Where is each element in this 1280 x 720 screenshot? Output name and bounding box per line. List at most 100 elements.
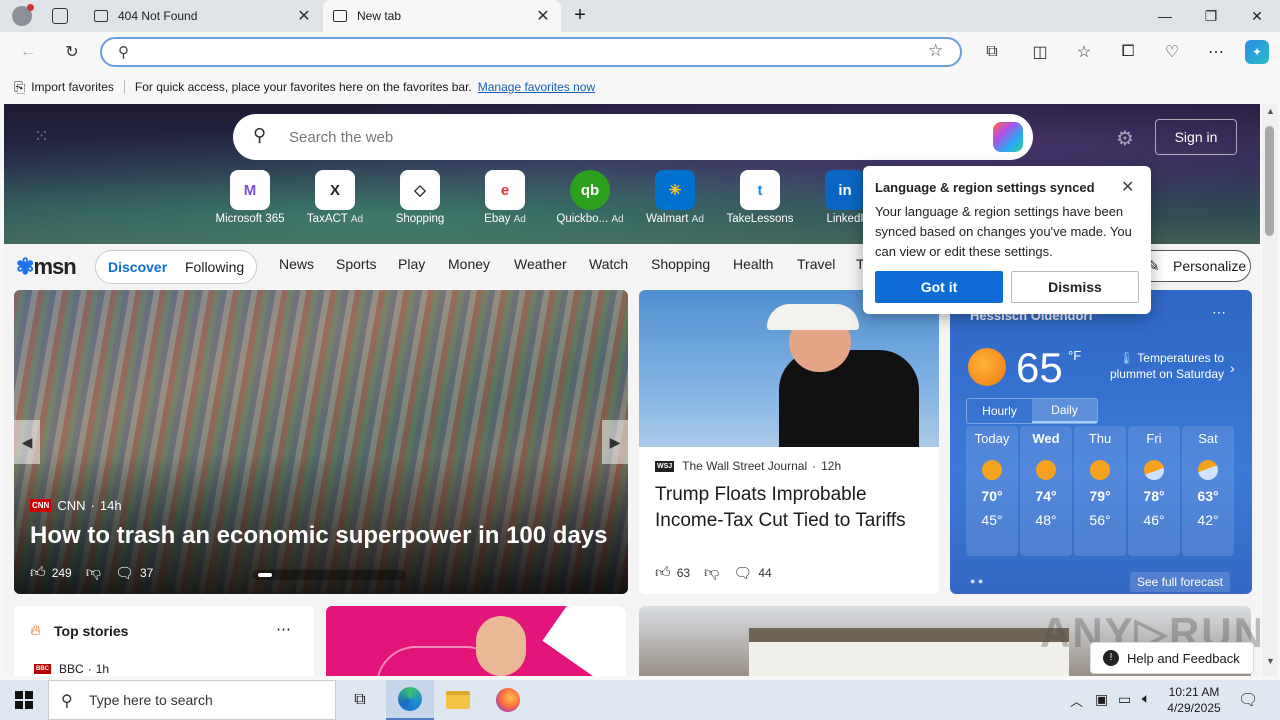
collections-icon[interactable]: ⧠ [1116, 40, 1140, 64]
web-search-box[interactable]: ⚲ Search the web [233, 114, 1033, 160]
address-bar[interactable]: ⚲ ☆ [100, 37, 962, 67]
weather-alert[interactable]: 🌡︎ Temperatures to plummet on Saturday [1100, 350, 1224, 382]
promo-shape [542, 606, 626, 676]
nav-shopping[interactable]: Shopping [651, 256, 710, 272]
comment-icon[interactable]: 🗨︎ [115, 564, 134, 582]
apps-grid-icon[interactable]: ⁙ [34, 126, 58, 150]
promo-card[interactable] [326, 606, 626, 676]
msn-logo[interactable]: ✾msn [16, 254, 77, 280]
hero-story-card[interactable]: ◀ ▶ CNN CNN · 14h How to trash an economic… [14, 290, 628, 594]
forecast-day[interactable]: Wed 74° 48° [1020, 426, 1072, 556]
like-icon[interactable]: 👍︎ [655, 564, 671, 582]
taskbar-search[interactable]: ⚲ Type here to search [48, 680, 336, 720]
device-icon[interactable]: ▣ [1095, 691, 1108, 708]
quick-link-taxact[interactable]: X TaxACT Ad [293, 170, 377, 225]
more-options-icon[interactable]: ⋯ [276, 620, 291, 638]
weather-card[interactable]: Hessisch Oldendorf ⋯ 65 °F 🌡︎ Temperatur… [950, 290, 1252, 594]
nav-news[interactable]: News [279, 256, 314, 272]
copilot-icon[interactable]: ✦ [1245, 40, 1269, 64]
chevron-up-icon[interactable]: ︿ [1070, 691, 1083, 710]
chevron-right-icon[interactable]: › [1230, 360, 1235, 376]
carousel-prev-button[interactable]: ◀ [14, 420, 40, 464]
close-icon[interactable]: ✕ [1121, 177, 1134, 197]
taskbar-firefox[interactable] [484, 680, 532, 720]
forecast-day[interactable]: Thu 79° 56° [1074, 426, 1126, 556]
side-story-card[interactable]: WSJ The Wall Street Journal · 12h Trump Fl… [639, 290, 939, 594]
quick-link-quickbooks[interactable]: qb Quickbo... Ad [548, 170, 632, 225]
scroll-up-arrow-icon[interactable]: ▲ [1266, 106, 1275, 116]
quick-link-shopping[interactable]: ◇ Shopping [378, 170, 462, 225]
see-full-forecast-button[interactable]: See full forecast [1130, 572, 1230, 592]
nav-weather[interactable]: Weather [514, 256, 567, 272]
restore-button[interactable]: ❐ [1188, 0, 1234, 32]
temp-unit[interactable]: °F [1068, 348, 1081, 363]
split-screen-icon[interactable]: ◫ [1028, 40, 1052, 64]
performance-icon[interactable]: ♡ [1160, 40, 1184, 64]
extensions-icon[interactable]: ⧉ [980, 40, 1004, 64]
nav-watch[interactable]: Watch [589, 256, 628, 272]
address-input[interactable] [142, 43, 922, 61]
tab-discover[interactable]: Discover [108, 259, 167, 275]
help-feedback-button[interactable]: ! Help and Feedback [1090, 642, 1254, 674]
nav-money[interactable]: Money [448, 256, 490, 272]
weather-page-dots[interactable]: ● ● [970, 576, 983, 586]
task-view-icon[interactable]: ⧉ [336, 680, 384, 720]
forecast-day[interactable]: Today 70° 45° [966, 426, 1018, 556]
tab-following[interactable]: Following [185, 259, 244, 275]
more-menu-icon[interactable]: ⋯ [1204, 40, 1228, 64]
sign-in-button[interactable]: Sign in [1155, 119, 1237, 155]
nav-play[interactable]: Play [398, 256, 425, 272]
favorites-icon[interactable]: ☆ [1072, 40, 1096, 64]
new-tab-button[interactable]: + [568, 4, 592, 28]
nav-health[interactable]: Health [733, 256, 773, 272]
close-tab-icon[interactable]: ✕ [535, 6, 551, 26]
quick-link-walmart[interactable]: ✳ Walmart Ad [633, 170, 717, 225]
dislike-icon[interactable]: 👎︎ [86, 564, 101, 582]
favorite-star-icon[interactable]: ☆ [928, 41, 943, 61]
quick-link-microsoft365[interactable]: M Microsoft 365 [208, 170, 292, 225]
comment-icon[interactable]: 🗨︎ [733, 564, 752, 582]
like-icon[interactable]: 👍︎ [30, 564, 46, 582]
cnn-logo-icon: CNN [30, 499, 52, 512]
tab-actions-icon[interactable] [52, 8, 68, 24]
manage-favorites-link[interactable]: Manage favorites now [478, 80, 595, 94]
tab-404[interactable]: 404 Not Found ✕ [84, 0, 322, 32]
notifications-icon[interactable]: 🗨︎ [1238, 690, 1258, 710]
nav-travel[interactable]: Travel [797, 256, 835, 272]
taskbar-file-explorer[interactable] [434, 680, 482, 720]
profile-avatar[interactable] [12, 4, 34, 26]
close-tab-icon[interactable]: ✕ [296, 6, 312, 26]
close-window-button[interactable]: ✕ [1234, 0, 1280, 32]
copilot-icon[interactable] [993, 122, 1023, 152]
got-it-button[interactable]: Got it [875, 271, 1003, 303]
scrollbar-thumb[interactable] [1265, 126, 1274, 236]
back-button[interactable]: ← [16, 40, 40, 64]
page-scrollbar[interactable]: ▲ ▼ [1262, 104, 1278, 676]
clock[interactable]: 10:21 AM 4/29/2025 [1166, 684, 1222, 716]
forecast-day[interactable]: Sat 63° 42° [1182, 426, 1234, 556]
taskbar-edge[interactable] [386, 680, 434, 720]
dislike-icon[interactable]: 👎︎ [704, 564, 719, 582]
network-icon[interactable]: ▭ [1118, 691, 1131, 708]
story-headline[interactable]: How to trash an economic superpower in 1… [30, 522, 620, 550]
carousel-dots[interactable] [252, 570, 406, 580]
dismiss-button[interactable]: Dismiss [1011, 271, 1139, 303]
start-button[interactable] [0, 680, 48, 720]
quick-link-ebay[interactable]: e Ebay Ad [463, 170, 547, 225]
scroll-down-arrow-icon[interactable]: ▼ [1266, 656, 1275, 666]
tab-new-tab[interactable]: New tab ✕ [323, 0, 561, 32]
nav-sports[interactable]: Sports [336, 256, 376, 272]
quick-link-takelessons[interactable]: t TakeLessons [718, 170, 802, 225]
story-headline[interactable]: Trump Floats Improbable Income-Tax Cut T… [655, 482, 925, 534]
settings-gear-icon[interactable]: ⚙ [1116, 126, 1134, 151]
carousel-next-button[interactable]: ▶ [602, 420, 628, 464]
tab-hourly[interactable]: Hourly [967, 399, 1032, 423]
tab-daily[interactable]: Daily [1032, 399, 1097, 423]
volume-icon[interactable]: 🔈︎ [1142, 690, 1150, 707]
forecast-day[interactable]: Fri 78° 46° [1128, 426, 1180, 556]
top-stories-card[interactable]: 🔥︎ Top stories ⋯ BBC BBC · 1h [14, 606, 314, 676]
minimize-button[interactable]: — [1142, 0, 1188, 32]
refresh-button[interactable]: ↻ [60, 40, 84, 64]
weather-more-icon[interactable]: ⋯ [1212, 304, 1226, 321]
import-favorites-button[interactable]: Import favorites [31, 80, 114, 94]
